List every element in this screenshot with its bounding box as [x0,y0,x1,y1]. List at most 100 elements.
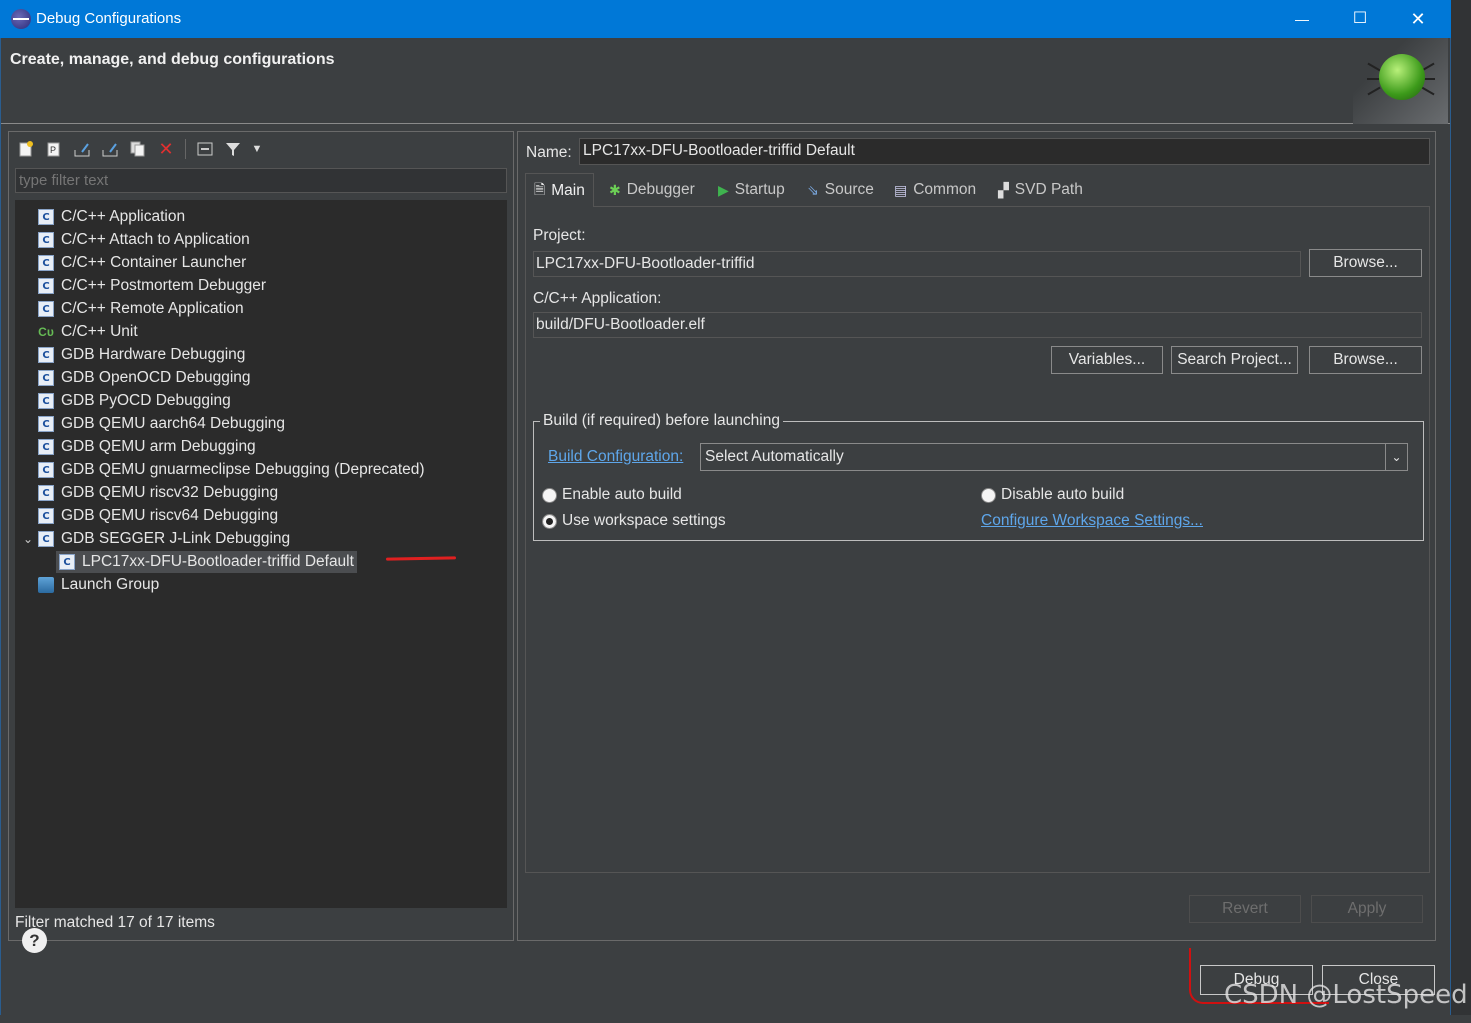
apply-button[interactable]: Apply [1311,895,1423,923]
eclipse-icon [11,9,31,29]
tab-svd-path[interactable]: ▞ SVD Path [998,173,1083,207]
disable-auto-build-radio[interactable]: Disable auto build [981,486,1124,504]
import-icon[interactable] [99,138,121,160]
duplicate-icon[interactable] [127,138,149,160]
tree-item-cpp-unit[interactable]: Cᴜ C/C++ Unit [38,321,138,343]
c-config-icon: C [38,278,54,294]
export-icon[interactable] [71,138,93,160]
debug-configurations-dialog: Create, manage, and debug configurations… [0,38,1451,1015]
window-title: Debug Configurations [36,10,182,27]
c-unit-icon: Cᴜ [38,325,54,339]
build-group: Build (if required) before launching Bui… [533,412,1424,541]
c-config-icon: C [38,416,54,432]
build-configuration-select[interactable]: Select Automatically ⌄ [700,443,1408,471]
revert-button[interactable]: Revert [1189,895,1301,923]
filter-status: Filter matched 17 of 17 items [15,914,215,931]
close-window-button[interactable]: ✕ [1389,0,1447,38]
common-icon: ▤ [894,181,908,198]
play-icon: ▶ [718,181,729,198]
background-status-strip [0,1015,1471,1023]
tree-item-gdb-pyocd[interactable]: C GDB PyOCD Debugging [38,390,231,412]
c-config-icon: C [38,232,54,248]
configuration-detail-panel: Name: LPC17xx-DFU-Bootloader-triffid Def… [517,131,1436,941]
name-label: Name: [526,144,572,161]
browse-application-button[interactable]: Browse... [1309,346,1422,374]
c-config-icon: C [38,209,54,225]
tab-main[interactable]: 🗎 Main [525,173,594,207]
tree-item-cpp-application[interactable]: C C/C++ Application [38,206,185,228]
project-field[interactable]: LPC17xx-DFU-Bootloader-triffid [533,251,1301,277]
title-bar: Debug Configurations — ☐ ✕ [0,0,1451,38]
use-workspace-settings-radio[interactable]: Use workspace settings [542,512,726,530]
config-tree: C C/C++ Application C C/C++ Attach to Appl… [15,200,507,908]
cpp-application-label: C/C++ Application: [533,290,662,307]
new-prototype-icon[interactable]: P [43,138,65,160]
filter-input[interactable] [15,168,507,193]
enable-auto-build-radio[interactable]: Enable auto build [542,486,682,504]
tree-item-gdb-hardware[interactable]: C GDB Hardware Debugging [38,344,245,366]
tree-item-gdb-qemu-riscv64[interactable]: C GDB QEMU riscv64 Debugging [38,505,278,527]
tree-item-gdb-qemu-gnuarmeclipse[interactable]: C GDB QEMU gnuarmeclipse Debugging (Depre… [38,459,425,481]
new-config-icon[interactable] [15,138,37,160]
background-ide [1451,0,1471,1023]
banner-heading: Create, manage, and debug configurations [10,51,335,68]
tree-item-lpc17xx-default[interactable]: C LPC17xx-DFU-Bootloader-triffid Default [56,551,357,573]
tree-item-cpp-attach[interactable]: C C/C++ Attach to Application [38,229,250,251]
c-config-icon: C [59,554,75,570]
tree-item-gdb-qemu-riscv32[interactable]: C GDB QEMU riscv32 Debugging [38,482,278,504]
c-config-icon: C [38,462,54,478]
configure-workspace-settings-link[interactable]: Configure Workspace Settings... [981,512,1203,530]
c-config-icon: C [38,301,54,317]
debug-bug-icon [1353,38,1448,124]
tree-item-cpp-postmortem[interactable]: C C/C++ Postmortem Debugger [38,275,266,297]
svg-text:P: P [50,145,56,155]
chevron-down-icon[interactable]: ⌄ [23,532,33,546]
tree-item-gdb-openocd[interactable]: C GDB OpenOCD Debugging [38,367,251,389]
config-toolbar: P ✕ ▼ [15,136,264,162]
filter-icon[interactable] [222,138,244,160]
tab-debugger[interactable]: ✱ Debugger [609,173,695,207]
tree-item-cpp-container[interactable]: C C/C++ Container Launcher [38,252,246,274]
c-config-icon: C [38,485,54,501]
tree-item-gdb-qemu-arm[interactable]: C GDB QEMU arm Debugging [38,436,256,458]
minimize-button[interactable]: — [1273,0,1331,38]
delete-icon[interactable]: ✕ [155,138,177,160]
name-field[interactable]: LPC17xx-DFU-Bootloader-triffid Default [579,138,1430,165]
tree-item-gdb-qemu-aarch64[interactable]: C GDB QEMU aarch64 Debugging [38,413,285,435]
browse-project-button[interactable]: Browse... [1309,249,1422,277]
bug-icon: ✱ [609,181,621,198]
maximize-button[interactable]: ☐ [1331,0,1389,38]
c-config-icon: C [38,439,54,455]
collapse-all-icon[interactable] [194,138,216,160]
launch-group-icon [38,577,54,593]
svd-icon: ▞ [998,181,1009,198]
tree-item-gdb-segger-jlink[interactable]: C GDB SEGGER J-Link Debugging [38,528,290,550]
help-icon[interactable]: ? [22,928,47,953]
tab-startup[interactable]: ▶ Startup [718,173,785,207]
tree-item-cpp-remote[interactable]: C C/C++ Remote Application [38,298,244,320]
toolbar-separator [185,139,186,159]
chevron-down-icon: ⌄ [1385,444,1407,470]
cpp-application-field[interactable]: build/DFU-Bootloader.elf [533,312,1422,338]
tab-strip: 🗎 Main ✱ Debugger ▶ Startup ⇘ Source ▤ Common… [525,173,1430,207]
page-icon: 🗎 [534,180,546,197]
configuration-list-panel: P ✕ ▼ CC/C++ Application CC/C++ [8,131,514,941]
search-project-button[interactable]: Search Project... [1171,346,1298,374]
build-configuration-link[interactable]: Build Configuration: [548,448,683,466]
banner: Create, manage, and debug configurations [1,38,1450,124]
c-config-icon: C [38,370,54,386]
c-config-icon: C [38,531,54,547]
variables-button[interactable]: Variables... [1051,346,1163,374]
filter-dropdown-icon[interactable]: ▼ [250,138,264,160]
c-config-icon: C [38,508,54,524]
c-config-icon: C [38,347,54,363]
tab-common[interactable]: ▤ Common [894,173,976,207]
build-group-title: Build (if required) before launching [540,412,783,430]
c-config-icon: C [38,393,54,409]
source-icon: ⇘ [807,181,819,198]
c-config-icon: C [38,255,54,271]
tab-source[interactable]: ⇘ Source [807,173,874,207]
tree-item-launch-group[interactable]: Launch Group [38,574,159,596]
main-tab-content: Project: LPC17xx-DFU-Bootloader-triffid … [525,207,1430,873]
project-label: Project: [533,227,586,244]
